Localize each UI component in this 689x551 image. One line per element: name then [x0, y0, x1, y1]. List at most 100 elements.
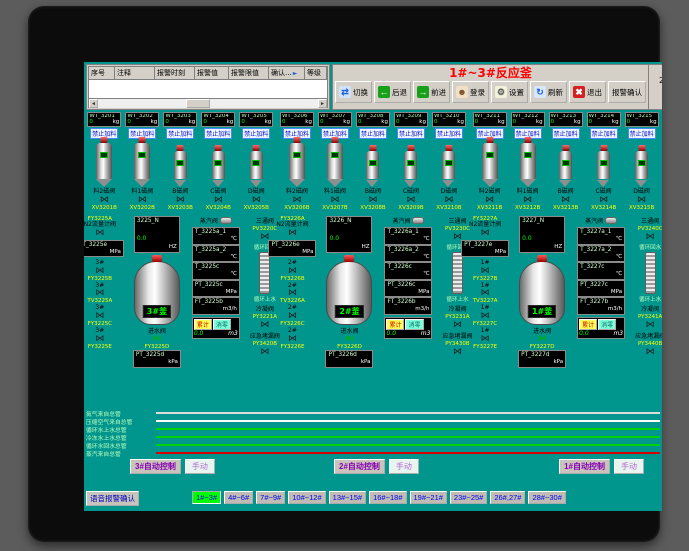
toolbar-button[interactable]: 报警确认: [608, 81, 646, 103]
side-valve[interactable]: 1# ⋈ FY3227B: [473, 260, 498, 282]
side-valve[interactable]: 2# ⋈ TV3226A: [280, 283, 305, 305]
page-select-button[interactable]: 19#~21#: [410, 491, 447, 504]
valve-icon[interactable]: ⋈: [288, 312, 297, 321]
weight-indicator[interactable]: WT_3206 0kg: [280, 112, 314, 127]
weight-indicator[interactable]: WT_3202 0kg: [125, 112, 159, 127]
feed-valve[interactable]: C磁阀 ⋈ XV3209B: [398, 189, 423, 211]
feed-valve[interactable]: B磁阀 ⋈ XV3203B: [168, 189, 193, 211]
valve-icon[interactable]: ⋈: [288, 335, 297, 344]
toolbar-button[interactable]: ↻ 刷新: [530, 81, 567, 103]
scroll-left-icon[interactable]: ◄: [89, 99, 98, 108]
feed-valve[interactable]: 料2磁阀 ⋈ XV3211B: [477, 189, 502, 211]
valve-icon[interactable]: ⋈: [481, 312, 490, 321]
feed-valve[interactable]: D磁阀 ⋈ XV3215B: [629, 189, 654, 211]
feed-valve[interactable]: 料1磁阀 ⋈ XV3202B: [130, 189, 155, 211]
valve-icon[interactable]: ⋈: [95, 289, 104, 298]
scrollbar-thumb[interactable]: [186, 99, 210, 108]
valve-icon[interactable]: ⋈: [95, 335, 104, 344]
steam-valve[interactable]: 蒸汽阀: [392, 216, 424, 225]
auto-control-button[interactable]: 1#自动控制: [559, 459, 610, 474]
valve-icon[interactable]: ⋈: [646, 348, 655, 357]
feed-tank[interactable]: [482, 143, 498, 179]
feed-tank[interactable]: [366, 151, 379, 179]
alarm-column-header[interactable]: 确认... ►: [269, 67, 305, 80]
page-select-button[interactable]: 7#~9#: [256, 491, 285, 504]
feed-valve[interactable]: D磁阀 ⋈ XV3210B: [436, 189, 461, 211]
valve-icon[interactable]: ⋈: [599, 196, 608, 205]
feed-valve[interactable]: 料1磁阀 ⋈ XV3207B: [322, 189, 347, 211]
valve-icon[interactable]: ⋈: [481, 229, 490, 238]
reactor-vessel[interactable]: 3#釜: [134, 261, 180, 325]
feed-valve[interactable]: 料2磁阀 ⋈ XV3206B: [284, 189, 309, 211]
valve-icon[interactable]: ⋈: [406, 196, 415, 205]
n2-flow-valve[interactable]: FY3225A N2流量计阀 ⋈: [84, 216, 116, 238]
valve-icon[interactable]: ⋈: [561, 196, 570, 205]
alarm-table-scrollbar[interactable]: ◄ ►: [89, 98, 327, 107]
weight-indicator[interactable]: WT_3210 0kg: [432, 112, 466, 127]
totalize-button[interactable]: 累计: [579, 319, 597, 330]
agitator-indicator[interactable]: 3227_N 0.0 HZ: [519, 216, 565, 253]
inlet-valve[interactable]: 进水阀 ⋈ FY3226D: [337, 329, 362, 351]
page-select-button[interactable]: 10#~12#: [288, 491, 325, 504]
valve-icon[interactable]: ⋈: [444, 196, 453, 205]
manual-button[interactable]: 手动: [185, 459, 215, 474]
alarm-column-header[interactable]: 报警时刻: [155, 67, 195, 80]
feed-valve[interactable]: 料1磁阀 ⋈ XV3212B: [515, 189, 540, 211]
feed-tank[interactable]: [597, 151, 610, 179]
reactor-vessel[interactable]: 1#釜: [519, 261, 565, 325]
instrument-box[interactable]: T_3225a_2 ℃: [192, 245, 240, 263]
agitator-indicator[interactable]: 3226_N 0.0 HZ: [326, 216, 372, 253]
bottom-pressure-indicator[interactable]: PT_3226d kPa: [325, 350, 373, 368]
instrument-box[interactable]: T_3225a_1 ℃: [192, 227, 240, 245]
totalize-button[interactable]: 累计: [194, 319, 212, 330]
auto-control-button[interactable]: 2#自动控制: [334, 459, 385, 474]
steam-valve[interactable]: 蒸汽阀: [585, 216, 617, 225]
bottom-pressure-indicator[interactable]: PT_3227d kPa: [518, 350, 566, 368]
feed-valve[interactable]: D磁阀 ⋈ XV3205B: [244, 189, 269, 211]
valve-icon[interactable]: ⋈: [100, 196, 109, 205]
reactor-vessel[interactable]: 2#釜: [326, 261, 372, 325]
feed-valve[interactable]: B磁阀 ⋈ XV3213B: [553, 189, 578, 211]
weight-indicator[interactable]: WT_3208 0kg: [356, 112, 390, 127]
inlet-valve[interactable]: 进水阀 ⋈ FY3227D: [530, 329, 555, 351]
reset-button[interactable]: 消零: [405, 319, 423, 330]
toolbar-button[interactable]: ← 后退: [374, 81, 411, 103]
n2-flow-valve[interactable]: FY3227A N2流量计阀 ⋈: [469, 216, 501, 238]
instrument-box[interactable]: T_3226a_2 ℃: [384, 245, 432, 263]
agitator-indicator[interactable]: 3225_N 0.0 HZ: [134, 216, 180, 253]
toolbar-button[interactable]: ⇄ 切换: [335, 81, 372, 103]
weight-indicator[interactable]: WT_3204 0kg: [201, 112, 235, 127]
instrument-box[interactable]: T_3225c ℃: [192, 262, 240, 280]
valve-icon[interactable]: ⋈: [330, 196, 339, 205]
instrument-box[interactable]: FT_3225b m3/h: [192, 297, 240, 315]
weight-indicator[interactable]: WT_3207 0kg: [318, 112, 352, 127]
page-select-button[interactable]: 13#~15#: [329, 491, 366, 504]
weight-indicator[interactable]: WT_3203 0kg: [163, 112, 197, 127]
weight-indicator[interactable]: WT_3215 0kg: [625, 112, 659, 127]
valve-icon[interactable]: ⋈: [538, 335, 547, 344]
valve-icon[interactable]: ⋈: [481, 289, 490, 298]
manual-button[interactable]: 手动: [389, 459, 419, 474]
feed-tank[interactable]: [327, 143, 343, 179]
weight-indicator[interactable]: WT_3213 0kg: [549, 112, 583, 127]
manual-button[interactable]: 手动: [614, 459, 644, 474]
page-select-button[interactable]: 26#,27#: [490, 491, 525, 504]
alarm-column-header[interactable]: 等级: [305, 67, 327, 80]
feed-tank[interactable]: [250, 151, 263, 179]
instrument-box[interactable]: PT_3227c MPa: [577, 280, 625, 298]
steam-valve[interactable]: 蒸汽阀: [200, 216, 232, 225]
feed-tank[interactable]: [174, 151, 187, 179]
valve-icon[interactable]: ⋈: [288, 289, 297, 298]
feed-valve[interactable]: C磁阀 ⋈ XV3204B: [206, 189, 231, 211]
valve-icon[interactable]: ⋈: [481, 267, 490, 276]
instrument-box[interactable]: T_3227a_1 ℃: [577, 227, 625, 245]
side-valve[interactable]: 2# ⋈ FY3226B: [280, 260, 305, 282]
weight-indicator[interactable]: WT_3212 0kg: [511, 112, 545, 127]
toolbar-button[interactable]: → 前进: [413, 81, 450, 103]
toolbar-button[interactable]: ⚙ 设置: [491, 81, 528, 103]
side-valve[interactable]: 1# ⋈ FY3227E: [473, 328, 498, 350]
valve-icon[interactable]: ⋈: [95, 312, 104, 321]
valve-icon[interactable]: ⋈: [138, 196, 147, 205]
side-valve[interactable]: 3# ⋈ FY3225E: [87, 328, 112, 350]
weight-indicator[interactable]: WT_3209 0kg: [394, 112, 428, 127]
